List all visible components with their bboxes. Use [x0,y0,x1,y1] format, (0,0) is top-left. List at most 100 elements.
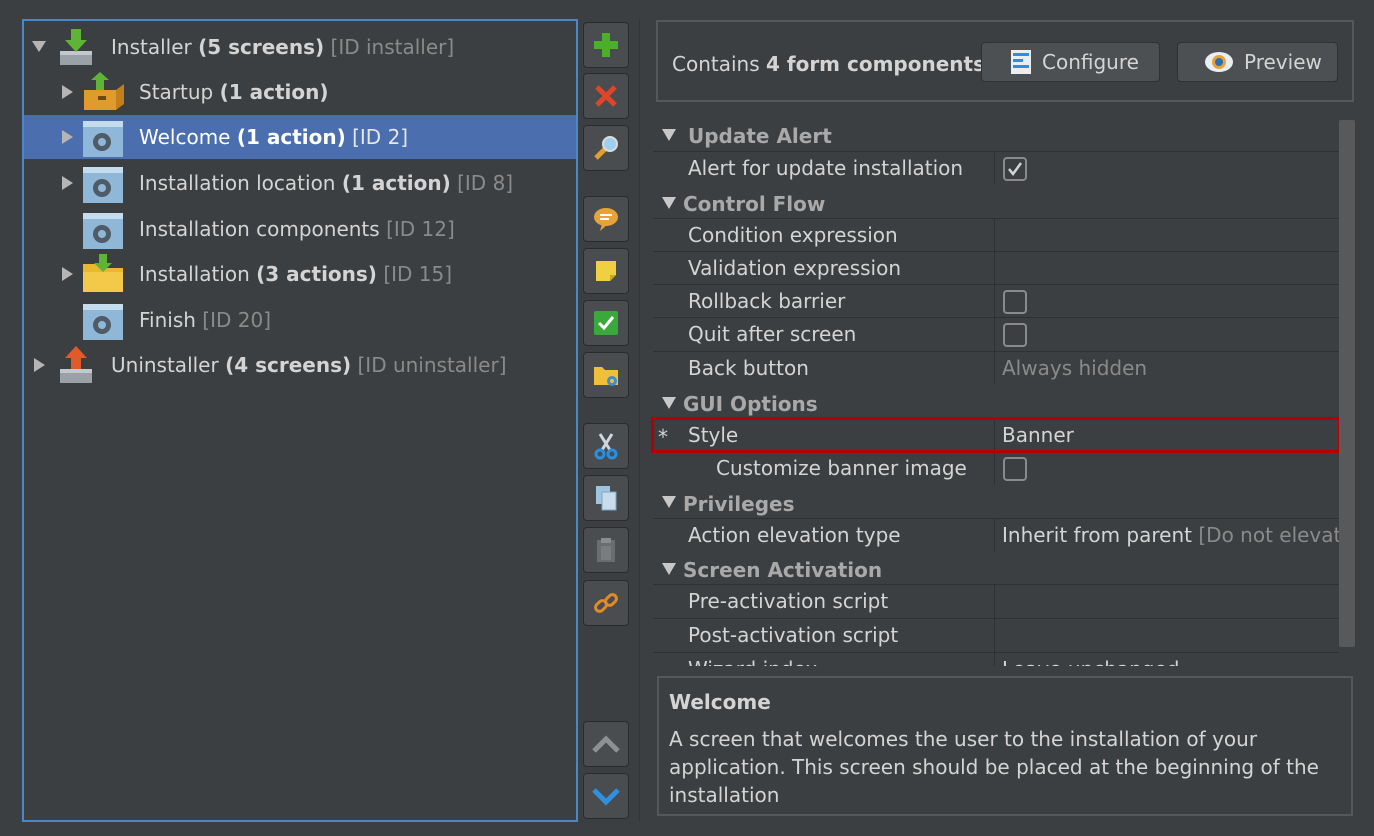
prop-row-post-activation-script[interactable]: Post-activation script [653,618,1339,652]
tree-node-id: [ID uninstaller] [357,353,507,377]
prop-name: Back button [688,356,809,380]
move-down-button[interactable] [583,773,629,819]
prop-row-rollback-barrier[interactable]: Rollback barrier [653,284,1339,318]
tree-node-id: [ID 8] [457,171,514,195]
collapse-arrow-icon[interactable] [662,397,676,409]
preview-label: Preview [1244,50,1322,74]
tree-node-installation[interactable]: Installation (3 actions) [ID 15] [24,252,576,296]
tree-node-finish[interactable]: Finish [ID 20] [24,298,576,342]
section-title: Control Flow [683,192,826,216]
panel-divider[interactable] [639,19,640,822]
move-up-button[interactable] [583,721,629,767]
prop-name: Post-activation script [688,623,899,647]
move-down-icon [592,788,620,806]
checkmark-icon [1008,162,1023,177]
paste-button[interactable] [583,527,629,573]
note-button[interactable] [583,248,629,294]
alert-update-checkbox[interactable] [1003,157,1027,181]
quit-after-screen-checkbox[interactable] [1003,323,1027,347]
screens-tree[interactable]: Installer (5 screens) [ID installer] Sta… [22,19,578,822]
add-screen-button[interactable] [583,22,629,68]
collapse-arrow-icon[interactable] [662,563,676,575]
delete-icon [595,85,617,107]
tree-node-label: Installation location [139,171,336,195]
prop-value[interactable]: Always hidden [1002,356,1147,380]
tree-node-id: [ID 20] [202,308,272,332]
tree-node-label: Installation components [139,217,380,241]
tree-node-label: Welcome [139,125,231,149]
properties-scrollbar-thumb[interactable] [1339,120,1355,647]
section-update-alert[interactable]: Update Alert [653,119,1339,152]
uninstaller-icon [60,346,92,383]
prop-name: Wizard index [688,657,817,666]
tree-node-label: Startup [139,80,214,104]
section-screen-activation[interactable]: Screen Activation [653,554,1339,587]
tree-node-label: Finish [139,308,196,332]
customize-banner-checkbox[interactable] [1003,457,1027,481]
prop-row-validation-expression[interactable]: Validation expression [653,251,1339,285]
prop-row-wizard-index[interactable]: Wizard index Leave unchanged [653,652,1339,666]
prop-value[interactable]: Leave unchanged [1002,657,1180,666]
prop-row-quit-after-screen[interactable]: Quit after screen [653,317,1339,351]
configure-button[interactable]: Configure [981,42,1160,82]
installer-icon [60,29,92,65]
section-privileges[interactable]: Privileges [653,487,1339,520]
tree-node-count: (1 action) [236,125,346,149]
tree-node-installation-location[interactable]: Installation location (1 action) [ID 8] [24,161,576,205]
tree-node-count: (1 action) [219,80,329,104]
gear-window-icon [83,167,123,203]
cut-button[interactable] [583,423,629,469]
tree-node-count: (1 action) [341,171,451,195]
folder-settings-button[interactable] [583,352,629,398]
collapse-arrow-icon[interactable] [662,129,676,141]
section-title: Update Alert [688,124,832,148]
gear-window-icon [83,121,123,157]
expand-arrow-icon[interactable] [62,176,73,190]
prop-name: Alert for update installation [688,156,964,180]
prop-row-condition-expression[interactable]: Condition expression [653,218,1339,252]
collapse-arrow-icon[interactable] [32,41,46,52]
startup-icon [84,72,124,110]
expand-arrow-icon[interactable] [62,130,73,144]
expand-arrow-icon[interactable] [62,267,73,281]
tree-node-id: [ID 12] [386,217,455,241]
tree-node-uninstaller[interactable]: Uninstaller (4 screens) [ID uninstaller] [24,343,576,387]
prop-row-pre-activation-script[interactable]: Pre-activation script [653,584,1339,618]
link-button[interactable] [583,580,629,626]
prop-name: Validation expression [688,256,901,280]
tree-node-count: (3 actions) [256,262,377,286]
message-button[interactable] [583,196,629,242]
preview-button[interactable]: Preview [1177,42,1338,82]
search-button[interactable] [583,125,629,171]
prop-name: Pre-activation script [688,589,889,613]
tree-node-label: Installer [111,35,192,59]
configure-label: Configure [1042,50,1139,74]
check-button[interactable] [583,300,629,346]
collapse-arrow-icon[interactable] [662,496,676,508]
tree-node-id: [ID installer] [330,35,455,59]
tree-node-welcome[interactable]: Welcome (1 action) [ID 2] [24,115,576,159]
rollback-barrier-checkbox[interactable] [1003,290,1027,314]
prop-row-action-elevation-type[interactable]: Action elevation type Inherit from paren… [653,518,1339,552]
elevation-hint: [Do not elevate] [1198,523,1339,547]
tree-node-installer[interactable]: Installer (5 screens) [ID installer] [24,25,576,69]
section-title: Privileges [683,492,795,516]
collapse-arrow-icon[interactable] [662,197,676,209]
prop-value[interactable]: Inherit from parent [Do not elevate] [1002,523,1339,547]
tree-node-label: Installation [139,262,250,286]
link-icon [594,593,618,613]
copy-button[interactable] [583,475,629,521]
prop-row-back-button[interactable]: Back button Always hidden [653,351,1339,385]
prop-name: Rollback barrier [688,289,846,313]
search-icon [594,136,618,160]
delete-button[interactable] [583,73,629,119]
summary-prefix: Contains [672,52,760,76]
prop-row-customize-banner-image[interactable]: Customize banner image [653,451,1339,485]
expand-arrow-icon[interactable] [62,85,73,99]
description-text: A screen that welcomes the user to the i… [669,727,1319,807]
prop-row-alert-update[interactable]: Alert for update installation [653,151,1339,185]
tree-node-installation-components[interactable]: Installation components [ID 12] [24,207,576,251]
expand-arrow-icon[interactable] [34,358,45,372]
section-control-flow[interactable]: Control Flow [653,187,1339,220]
tree-node-startup[interactable]: Startup (1 action) [24,70,576,114]
